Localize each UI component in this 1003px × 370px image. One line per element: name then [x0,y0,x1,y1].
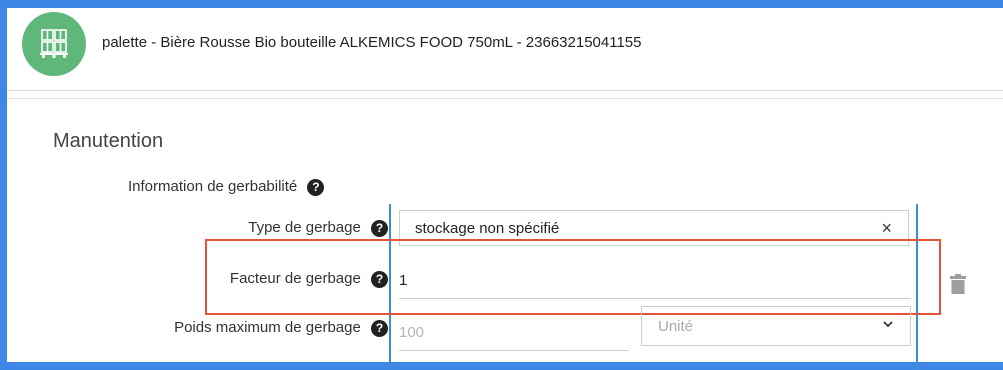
question-circle-icon[interactable]: ? [307,178,325,196]
section-divider [7,98,1003,99]
page-title: palette - Bière Rousse Bio bouteille ALK… [102,34,642,51]
type-gerbage-label: Type de gerbage ? [248,219,388,237]
stacking-info-text: Information de gerbabilité [128,178,298,195]
type-gerbage-value: stockage non spécifié [415,220,560,237]
poids-max-label: Poids maximum de gerbage ? [174,319,388,337]
unit-select[interactable]: Unité [641,306,911,346]
poids-max-text: Poids maximum de gerbage [174,319,361,336]
question-circle-icon[interactable]: ? [371,319,388,337]
product-panel: palette - Bière Rousse Bio bouteille ALK… [7,8,1003,370]
close-icon[interactable]: × [881,218,892,239]
chevron-down-icon [883,321,893,328]
product-avatar [22,12,86,76]
highlight-box [205,239,941,315]
type-gerbage-text: Type de gerbage [248,219,361,236]
trash-icon[interactable] [950,274,966,294]
pallet-icon [40,29,68,58]
product-header: palette - Bière Rousse Bio bouteille ALK… [7,8,1003,91]
unit-placeholder: Unité [658,318,694,335]
question-circle-icon[interactable]: ? [371,219,388,237]
poids-max-input[interactable]: 100 [399,314,629,351]
section-title: Manutention [53,130,164,152]
stacking-info-label: Information de gerbabilité ? [128,178,325,196]
poids-max-placeholder: 100 [399,324,425,341]
